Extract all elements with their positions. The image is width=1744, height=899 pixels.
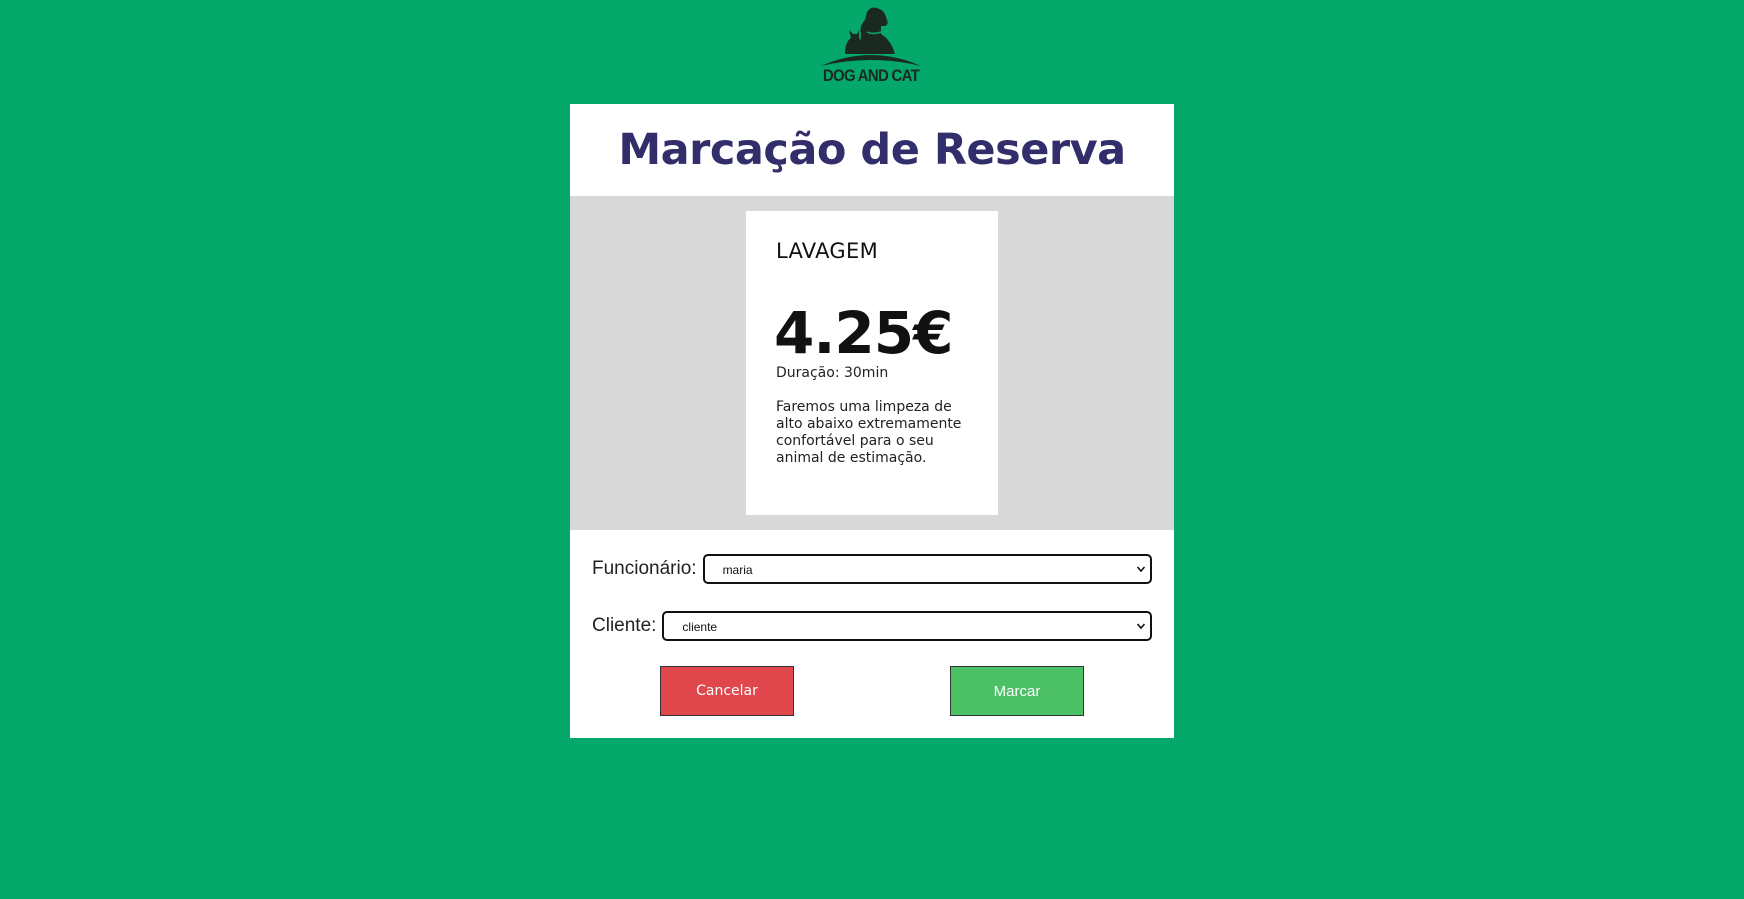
logo-text: DOG AND CAT [822, 66, 920, 85]
reservation-form: Funcionário: maria Cliente: cliente Canc… [570, 530, 1174, 738]
employee-select[interactable]: maria [702, 554, 1152, 584]
brand-logo: DOG AND CAT [815, 4, 927, 88]
service-card: LAVAGEM 4.25€ Duração: 30min Faremos uma… [746, 211, 998, 515]
page-title: Marcação de Reserva [618, 125, 1126, 175]
cancel-button[interactable]: Cancelar [660, 666, 794, 716]
chevron-down-icon [1136, 566, 1146, 573]
card-header: Marcação de Reserva [570, 104, 1174, 196]
confirm-button[interactable]: Marcar [950, 666, 1084, 716]
employee-row: Funcionário: maria [592, 552, 1152, 586]
reservation-card: Marcação de Reserva LAVAGEM 4.25€ Duraçã… [570, 104, 1174, 738]
chevron-down-icon [1136, 623, 1146, 630]
dog-and-cat-logo-icon [821, 7, 921, 66]
client-select-value: cliente [682, 620, 718, 634]
employee-label: Funcionário: [592, 558, 697, 579]
client-label: Cliente: [592, 615, 657, 636]
client-row: Cliente: cliente [592, 609, 1152, 643]
service-price: 4.25€ [774, 299, 953, 367]
service-area: LAVAGEM 4.25€ Duração: 30min Faremos uma… [570, 196, 1174, 530]
service-name: LAVAGEM [776, 239, 878, 263]
service-description: Faremos uma limpeza de alto abaixo extre… [776, 399, 962, 466]
service-duration: Duração: 30min [776, 365, 889, 381]
client-select[interactable]: cliente [662, 611, 1152, 641]
employee-select-value: maria [722, 563, 753, 577]
